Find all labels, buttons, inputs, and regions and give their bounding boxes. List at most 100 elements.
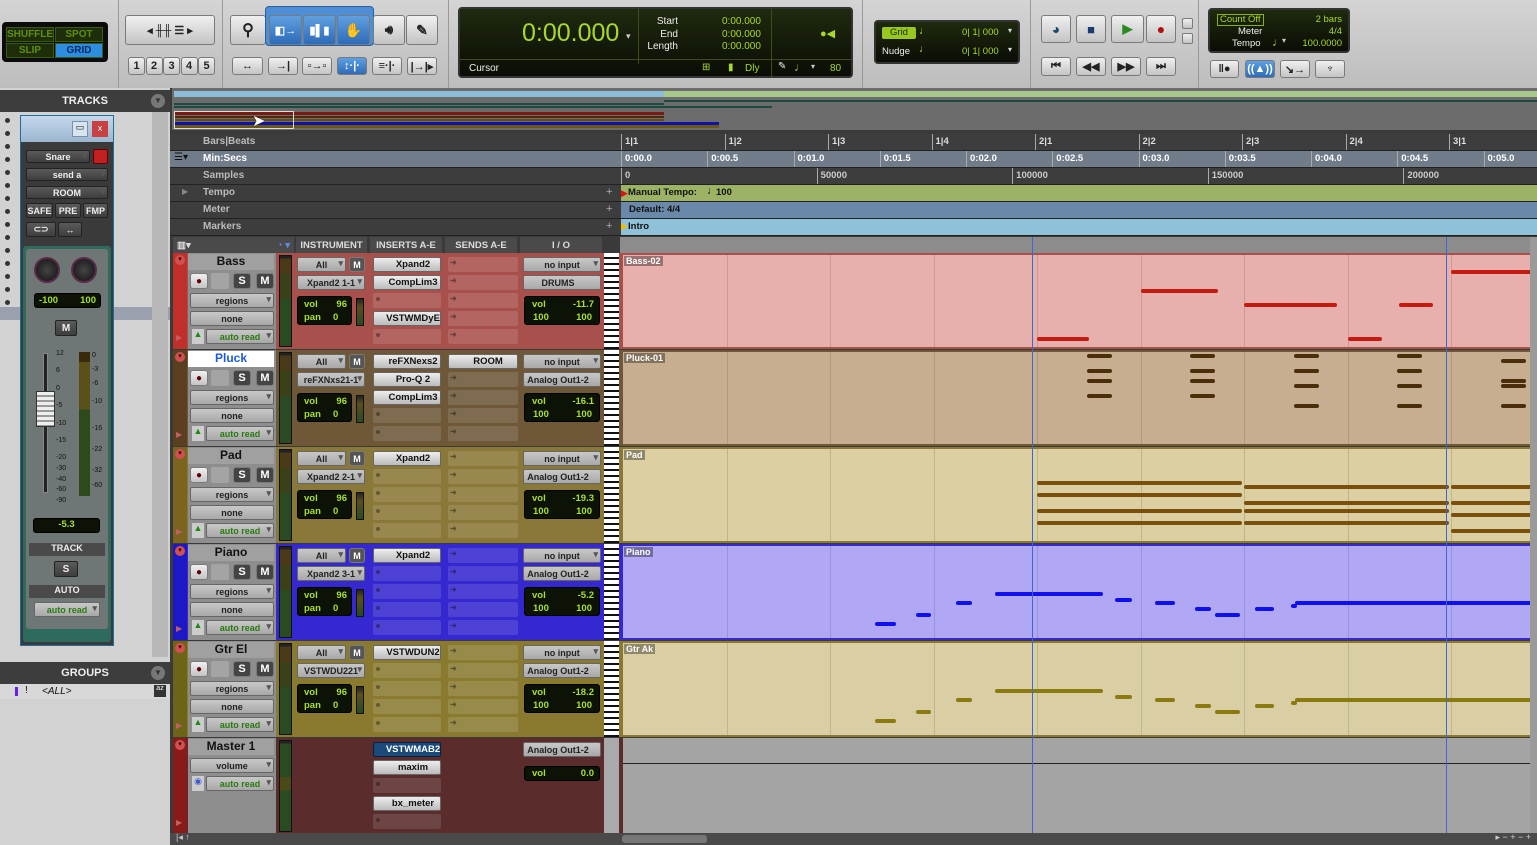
zoom-toggle-button[interactable]: ↔	[232, 57, 263, 75]
go-to-end-button[interactable]: ⏭︎	[1146, 57, 1176, 76]
nudge-value[interactable]: 0| 1| 000	[962, 46, 999, 57]
track-collapse-icon[interactable]: ▾	[175, 740, 185, 750]
solo-button[interactable]: S	[233, 564, 251, 580]
region-name[interactable]: Bass-02	[624, 256, 663, 266]
midi-note[interactable]	[1244, 521, 1449, 525]
insert-maxim[interactable]: maxim	[373, 760, 441, 775]
master-volume[interactable]: vol 0.0	[524, 766, 600, 781]
midi-note[interactable]	[1397, 384, 1422, 388]
region-name[interactable]: Pad	[624, 450, 645, 460]
note-dropdown-icon[interactable]: ▾	[811, 62, 815, 71]
insert-slot-empty[interactable]	[373, 469, 441, 484]
send-slot-empty[interactable]: ➜	[448, 663, 518, 678]
midi-note[interactable]	[1114, 695, 1133, 699]
insert-bypass-dot[interactable]	[376, 412, 380, 416]
track-volume-pan[interactable]: vol -11.7 100 100	[524, 296, 600, 325]
midi-note[interactable]	[1347, 336, 1382, 341]
view-options-icon[interactable]: ▥▾	[177, 240, 191, 251]
group-row-all[interactable]: ! <ALL> az	[0, 684, 170, 699]
send-slot-empty[interactable]: ➜	[448, 311, 518, 326]
send-track-selector[interactable]: Snare	[26, 150, 90, 163]
midi-input-selector[interactable]: All	[297, 451, 346, 466]
midi-note[interactable]	[1293, 384, 1319, 388]
audio-output-selector[interactable]: Analog Out1-2	[523, 663, 601, 678]
midi-note[interactable]	[1397, 354, 1422, 358]
horizontal-scrollbar[interactable]: |◂ ↑ ▸ − + − +	[170, 832, 1537, 845]
send-slot-empty[interactable]: ➜	[448, 566, 518, 581]
close-icon[interactable]: x	[92, 121, 108, 137]
instrument-volume-pan[interactable]: vol 96 pan 0	[297, 490, 352, 519]
midi-volume-value[interactable]: 96	[336, 590, 347, 601]
midi-note[interactable]	[1293, 354, 1319, 358]
master-volume-value[interactable]: 0.0	[581, 768, 594, 779]
count-off-bars[interactable]: 2 bars	[1316, 14, 1342, 25]
region-name[interactable]: Gtr Ak	[624, 644, 656, 654]
pan-left-value[interactable]: 100	[533, 506, 549, 517]
midi-region[interactable]: Piano	[623, 546, 1530, 638]
midi-output-selector[interactable]: reFXNxs21-1	[297, 372, 365, 387]
return-to-zero-button[interactable]: ⏮︎	[1041, 57, 1071, 76]
ruler-menu-icon[interactable]: ☰▾	[174, 152, 188, 163]
play-button[interactable]: ▶	[1111, 15, 1144, 43]
insert-slot-empty[interactable]	[373, 620, 441, 635]
grid-mode-button[interactable]: GRID	[55, 43, 103, 58]
record-enable-button[interactable]: ●	[190, 661, 208, 677]
mirrored-midi-button[interactable]: ▫→▫	[302, 57, 332, 75]
midi-note[interactable]	[956, 601, 972, 605]
stop-button[interactable]: ■	[1076, 15, 1106, 43]
mute-button[interactable]: M	[256, 661, 274, 677]
solo-button[interactable]: S	[233, 273, 251, 289]
insert-slot-empty[interactable]	[373, 602, 441, 617]
insert-bypass-dot[interactable]	[376, 527, 380, 531]
send-slot-empty[interactable]: ➜	[448, 451, 518, 466]
insert-bypass-dot[interactable]	[376, 473, 380, 477]
instrument-volume-pan[interactable]: vol 96 pan 0	[297, 296, 352, 325]
send-slot-empty[interactable]: ➜	[448, 469, 518, 484]
send-slot-empty[interactable]: ➜	[448, 408, 518, 423]
piano-keyboard[interactable]	[604, 350, 619, 446]
piano-keyboard[interactable]	[604, 447, 619, 543]
sort-az-icon[interactable]: az	[154, 685, 166, 697]
midi-output-selector[interactable]: Xpand2 1-1	[297, 275, 365, 290]
master-output-selector[interactable]: Analog Out1-2	[523, 742, 601, 757]
insert-slot-empty[interactable]	[373, 426, 441, 441]
dly-label[interactable]: Dly	[745, 63, 759, 74]
end-value[interactable]: 0:00.000	[722, 29, 761, 42]
insert-bypass-dot[interactable]	[376, 685, 380, 689]
midi-note[interactable]	[1195, 704, 1211, 708]
send-slot-empty[interactable]: ➜	[448, 620, 518, 635]
midi-input-selector[interactable]: All	[297, 548, 346, 563]
tempo-dropdown-icon[interactable]: ▾	[1282, 36, 1286, 45]
midi-note[interactable]	[1154, 601, 1175, 605]
audio-output-selector[interactable]: Analog Out1-2	[523, 372, 601, 387]
midi-note[interactable]	[1114, 598, 1133, 602]
marker-ruler-lane[interactable]: ▶ Intro	[621, 219, 1537, 235]
track-view-selector[interactable]: regions	[190, 487, 274, 502]
midi-input-selector[interactable]: All	[297, 645, 346, 660]
pan-right-value[interactable]: 100	[576, 409, 592, 420]
send-automation-mode[interactable]: auto read	[34, 602, 100, 617]
track-name[interactable]: Pad	[188, 448, 274, 464]
playlist-selector[interactable]: none	[190, 505, 274, 520]
midi-note[interactable]	[1451, 513, 1530, 517]
track-expand-icon[interactable]: ▶	[176, 430, 182, 439]
midi-note[interactable]	[1190, 379, 1215, 383]
midi-note[interactable]	[956, 698, 972, 702]
add-meter-icon[interactable]: +	[606, 203, 612, 215]
audio-output-selector[interactable]: DRUMS	[523, 275, 601, 290]
safe-button[interactable]: SAFE	[26, 203, 53, 218]
record-enable-button[interactable]: ●	[190, 370, 208, 386]
instrument-mute-button[interactable]: M	[349, 548, 365, 563]
insert-slot-empty[interactable]	[373, 663, 441, 678]
insert-slot-empty[interactable]	[373, 566, 441, 581]
insert-slot-empty[interactable]	[373, 293, 441, 308]
insert-bypass-dot[interactable]	[376, 588, 380, 592]
insert-bypass-dot[interactable]	[376, 509, 380, 513]
link-timeline-button[interactable]: ↕·|·	[337, 57, 367, 75]
record-button[interactable]: ●	[1146, 15, 1176, 43]
ruler-samples[interactable]: Samples 0 50000 100000 150000 200000	[170, 168, 1537, 185]
insert-slot-empty[interactable]	[373, 505, 441, 520]
track-expand-icon[interactable]: ▶	[176, 527, 182, 536]
record-enable-button[interactable]: ●	[190, 467, 208, 483]
ruler-minsecs[interactable]: Min:Secs ☰▾ 0:00.0 0:00.5 0:01.0 0:01.5 0:02.0…	[170, 151, 1537, 168]
